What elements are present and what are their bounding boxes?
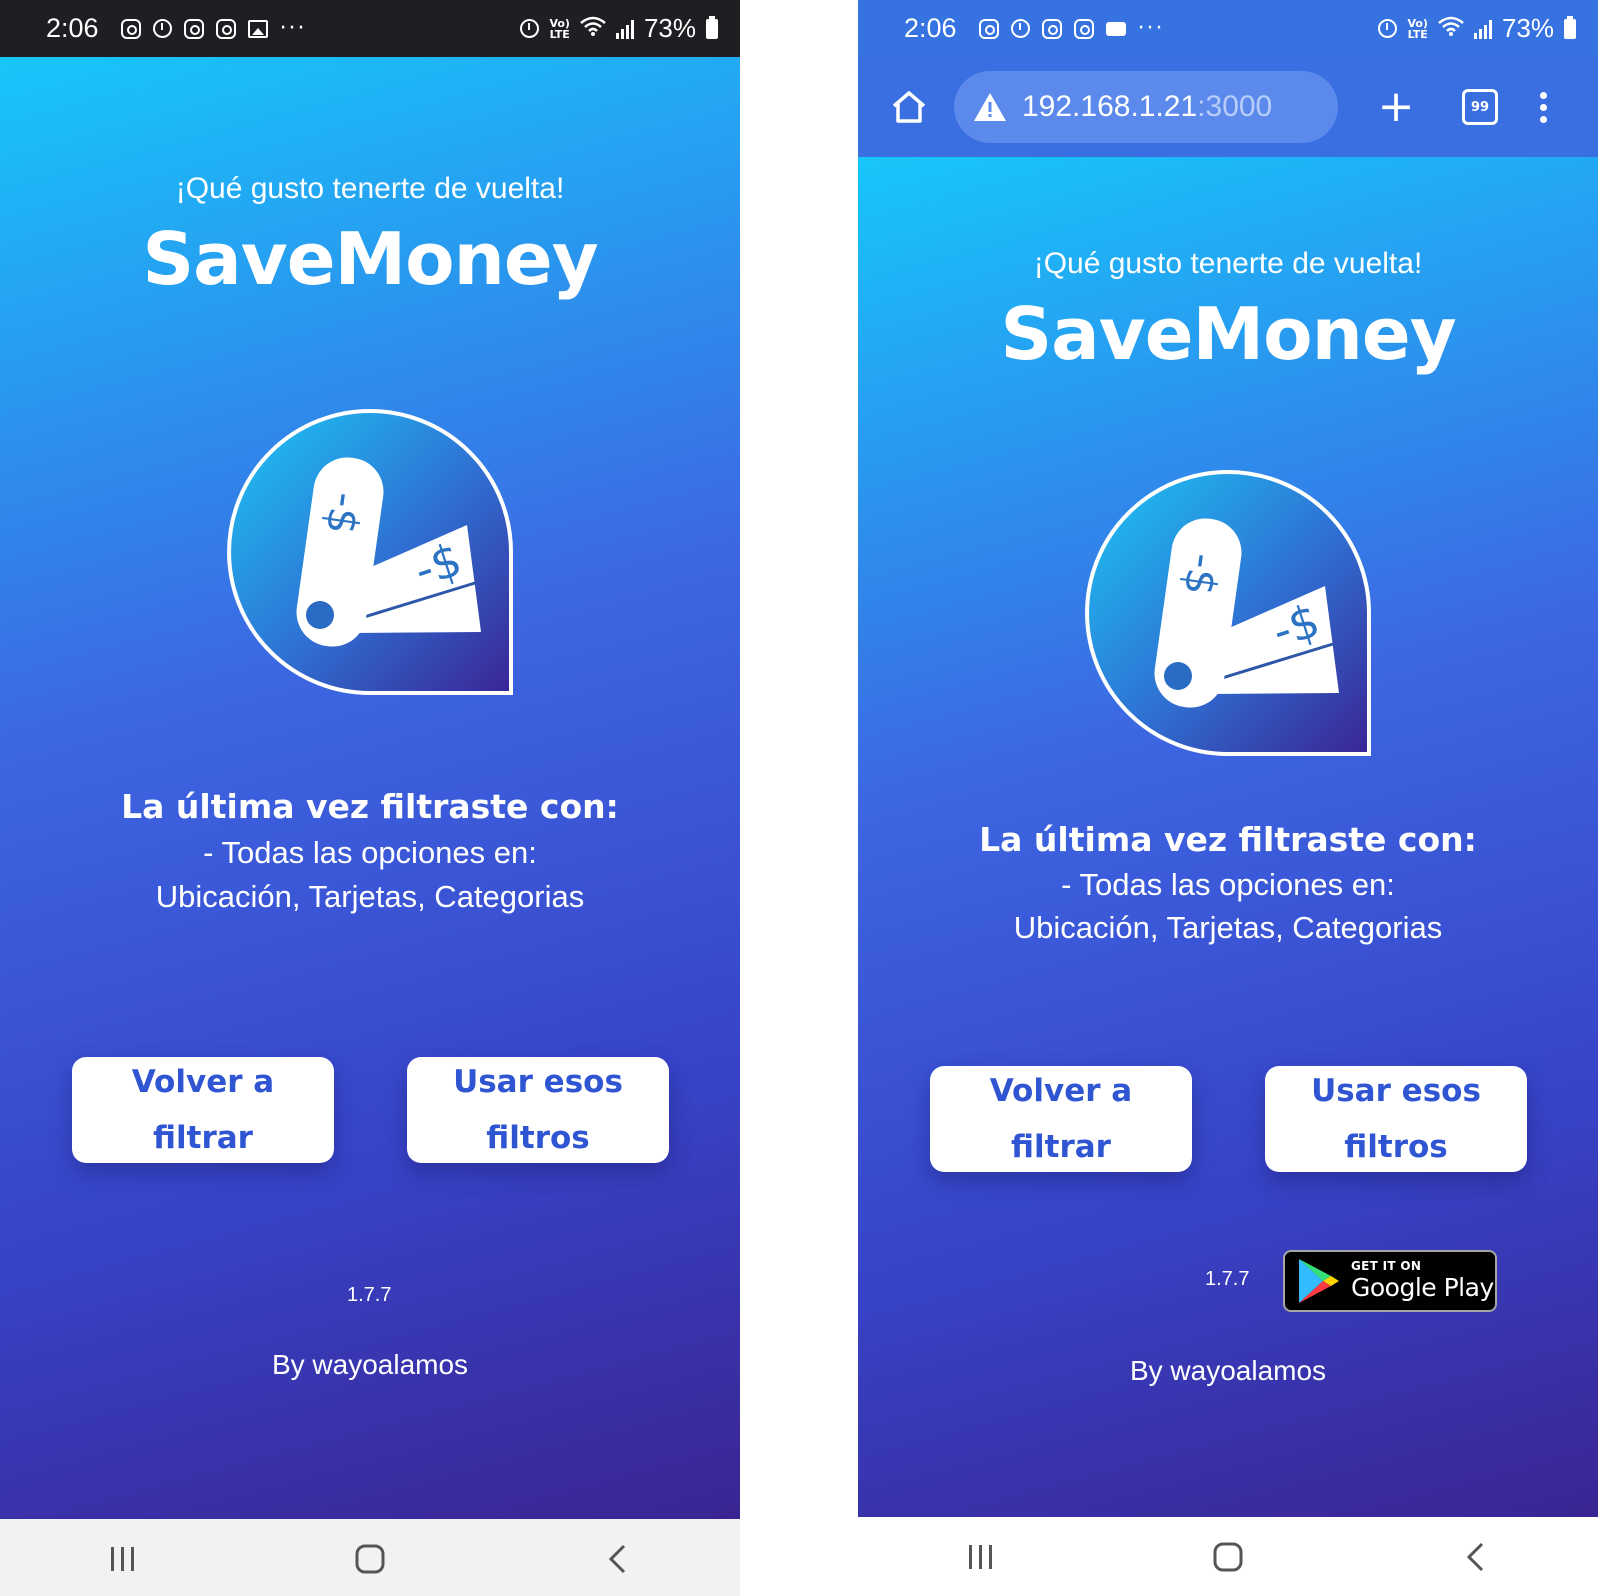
refilter-button[interactable]: Volver a filtrar [72,1057,334,1163]
alarm-icon [1378,19,1398,38]
new-tab-button[interactable]: + [1376,85,1416,129]
phone-left-app-view: 2:06 ··· Vo) LTE 73% ¡Qué gusto tenerte d… [0,0,740,1596]
google-play-badge[interactable]: GET IT ON Google Play [1283,1250,1497,1312]
app-screen: ¡Qué gusto tenerte de vuelta! SaveMoney … [858,157,1598,1517]
signal-icon [615,19,634,39]
app-screen: ¡Qué gusto tenerte de vuelta! SaveMoney … [0,57,740,1519]
signal-icon [1473,19,1492,39]
instagram-icon [183,18,204,39]
status-time: 2:06 [46,13,99,43]
last-filter-title: La última vez filtraste con: [979,820,1477,859]
last-filter-title: La última vez filtraste con: [121,787,619,826]
volte-icon: Vo) LTE [549,16,570,41]
more-notifications-icon: ··· [279,16,307,41]
warning-icon [974,93,1006,121]
wifi-icon [580,16,606,42]
battery-percent: 73% [643,13,696,43]
video-icon [1105,21,1126,36]
app-version: 1.7.7 [1205,1268,1250,1290]
status-bar: 2:06 ··· Vo) LTE 73% [0,0,740,57]
instagram-icon [215,18,236,39]
phone-right-browser-view: 2:06 ··· Vo)LTE 73% 192.168.1.21:3000 [858,0,1598,1596]
status-bar: 2:06 ··· Vo) LTE 73% [858,0,1598,57]
author-byline: By wayoalamos [271,1349,469,1380]
battery-icon [1564,15,1576,39]
greeting-text: ¡Qué gusto tenerte de vuelta! [1033,247,1423,280]
refilter-button[interactable]: Volver a filtrar [930,1066,1192,1172]
recent-apps-icon[interactable] [93,1539,153,1579]
gallery-icon [247,19,268,38]
volte-icon: Vo) LTE [1407,16,1428,41]
savemoney-logo-icon: -$ -$ [227,408,513,695]
greeting-text: ¡Qué gusto tenerte de vuelta! [175,172,565,205]
wifi-icon [1438,16,1464,42]
system-nav-bar [0,1519,740,1596]
url-host: 192.168.1.21 [1022,90,1198,123]
svg-text:-$: -$ [1174,550,1228,598]
browser-toolbar: 192.168.1.21:3000 + 99 [858,57,1598,157]
recent-apps-icon[interactable] [951,1537,1011,1577]
google-play-small-text: GET IT ON [1351,1259,1422,1273]
back-icon[interactable] [587,1539,647,1579]
home-icon[interactable] [886,84,932,130]
app-title: SaveMoney [1000,292,1456,376]
alarm-icon [520,19,540,38]
last-filter-line-1: - Todas las opciones en: [203,835,537,870]
alarm-icon [1010,19,1030,38]
status-time: 2:06 [904,13,957,43]
menu-dots-icon[interactable] [1538,91,1548,123]
app-title: SaveMoney [142,217,598,301]
author-byline: By wayoalamos [1129,1355,1327,1386]
tab-switcher-button[interactable]: 99 [1462,89,1498,125]
savemoney-logo-icon: -$ -$ [1085,469,1371,756]
url-port: :3000 [1197,90,1273,123]
home-nav-icon[interactable] [340,1539,400,1579]
more-notifications-icon: ··· [1137,16,1165,41]
instagram-icon [1073,18,1094,39]
app-version: 1.7.7 [347,1284,392,1306]
address-bar[interactable]: 192.168.1.21:3000 [954,71,1338,143]
back-icon[interactable] [1445,1537,1505,1577]
use-filters-button[interactable]: Usar esos filtros [407,1057,669,1163]
alarm-icon [152,19,172,38]
last-filter-line-2: Ubicación, Tarjetas, Categorias [1013,910,1443,945]
home-nav-icon[interactable] [1198,1537,1258,1577]
instagram-icon [978,18,999,39]
last-filter-line-2: Ubicación, Tarjetas, Categorias [155,879,585,914]
instagram-icon [120,18,141,39]
google-play-icon [1299,1259,1339,1303]
battery-icon [706,15,718,39]
last-filter-line-1: - Todas las opciones en: [1061,867,1395,902]
use-filters-button[interactable]: Usar esos filtros [1265,1066,1527,1172]
google-play-big-text: Google Play [1351,1273,1494,1302]
system-nav-bar [858,1517,1598,1596]
battery-percent: 73% [1501,13,1554,43]
svg-text:-$: -$ [316,489,370,537]
instagram-icon [1041,18,1062,39]
